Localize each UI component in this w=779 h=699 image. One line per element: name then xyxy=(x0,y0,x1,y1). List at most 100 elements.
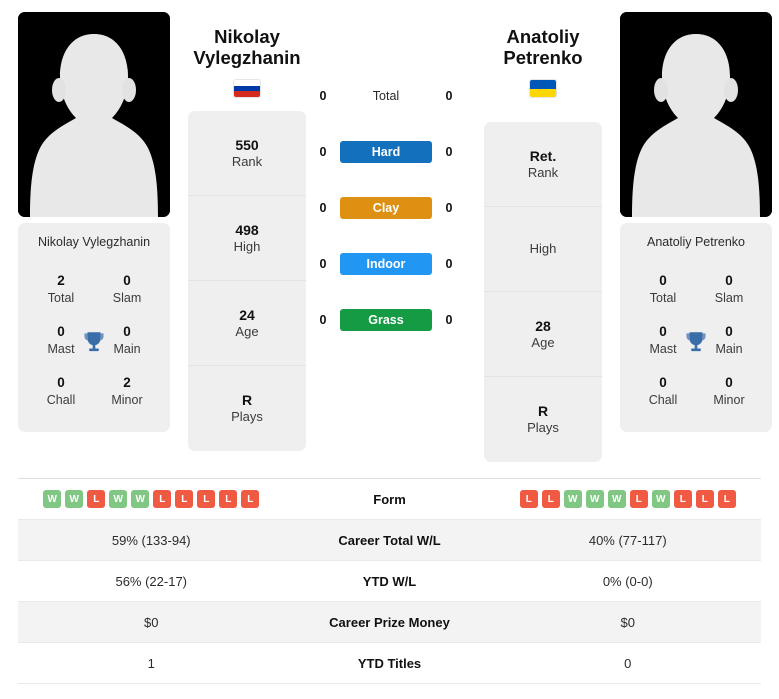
left-form-badge[interactable]: W xyxy=(65,490,84,508)
right-title-chall-value: 0 xyxy=(659,375,667,391)
right-titles-grid: 0 Total 0 Slam 0 Mast 0 Main 0 Chall 0 M… xyxy=(630,265,762,418)
right-plays-row: R Plays xyxy=(484,377,602,462)
surface-clay-right-value: 0 xyxy=(445,201,453,215)
left-plays-row: R Plays xyxy=(188,366,306,451)
left-form-badge[interactable]: W xyxy=(109,490,128,508)
right-rank-value: Ret. xyxy=(529,147,557,164)
table-row: $0 Career Prize Money $0 xyxy=(18,602,761,643)
right-form-badge[interactable]: W xyxy=(585,490,604,508)
right-title-slam-value: 0 xyxy=(725,273,733,288)
right-player-column: Anatoliy Petrenko 0 Total 0 Slam 0 Mast xyxy=(620,12,772,433)
left-titles-grid: 2 Total 0 Slam 0 Mast 0 Main 0 Chall 2 M… xyxy=(28,265,160,418)
left-title-slam: 0 Slam xyxy=(94,265,160,316)
right-form-badge[interactable]: L xyxy=(541,490,560,508)
left-title-minor-label: Minor xyxy=(111,393,143,408)
right-form-badge[interactable]: L xyxy=(717,490,736,508)
surface-clay-label[interactable]: Clay xyxy=(340,197,432,219)
left-plays-value: R xyxy=(241,392,253,409)
right-form-badge[interactable]: W xyxy=(563,490,582,508)
left-player-info-card: 550 Rank 498 High 24 Age R Plays xyxy=(188,111,306,452)
surface-total-left-value: 0 xyxy=(319,89,327,103)
left-form-badge[interactable]: L xyxy=(153,490,172,508)
surface-hard-left-value: 0 xyxy=(319,145,327,159)
left-player-column: Nikolay Vylegzhanin 2 Total 0 Slam 0 Mas… xyxy=(18,12,170,433)
surface-row-hard: 0 Hard 0 xyxy=(306,124,466,180)
row-label: Career Total W/L xyxy=(338,532,441,548)
right-plays-label: Plays xyxy=(527,420,559,436)
right-title-total: 0 Total xyxy=(630,265,696,316)
right-title-minor-value: 0 xyxy=(725,375,733,391)
surface-grass-label[interactable]: Grass xyxy=(340,309,432,331)
left-player-photo xyxy=(18,12,170,217)
left-title-slam-label: Slam xyxy=(112,290,142,305)
table-row: 1 YTD Titles 0 xyxy=(18,643,761,684)
surface-row-indoor: 0 Indoor 0 xyxy=(306,236,466,292)
left-form-badge[interactable]: L xyxy=(197,490,216,508)
player-comparison-page: Nikolay Vylegzhanin 2 Total 0 Slam 0 Mas… xyxy=(0,0,779,699)
form-row-label: Form xyxy=(373,491,406,507)
surface-grass-left-value: 0 xyxy=(319,313,327,327)
row-label: YTD W/L xyxy=(362,573,417,589)
right-player-first-name: Anatoliy xyxy=(506,26,580,47)
right-form-badge[interactable]: L xyxy=(629,490,648,508)
right-title-chall-label: Chall xyxy=(648,393,678,408)
left-form-badge[interactable]: L xyxy=(241,490,260,508)
row-right-value: $0 xyxy=(620,614,635,630)
surface-row-total: 0 Total 0 xyxy=(306,68,466,124)
left-age-value: 24 xyxy=(239,306,255,323)
left-form-strip: WWLWWLLLLL xyxy=(43,490,260,508)
right-form-badge[interactable]: L xyxy=(695,490,714,508)
row-left-value: 56% (22-17) xyxy=(115,573,188,589)
avatar-silhouette-icon xyxy=(18,12,170,217)
surface-total-right-value: 0 xyxy=(445,89,453,103)
right-title-minor: 0 Minor xyxy=(696,367,762,418)
left-form-badge[interactable]: L xyxy=(219,490,238,508)
left-title-chall-value: 0 xyxy=(57,375,65,391)
left-player-last-name: Vylegzhanin xyxy=(193,47,301,69)
row-label: YTD Titles xyxy=(357,655,422,671)
left-player-info-column: Nikolay Vylegzhanin 550 Rank 498 High 24… xyxy=(188,12,306,452)
left-age-label: Age xyxy=(235,323,259,339)
right-form-badge[interactable]: L xyxy=(673,490,692,508)
left-form-badge[interactable]: W xyxy=(43,490,62,508)
avatar-silhouette-icon xyxy=(620,12,772,217)
surface-indoor-label[interactable]: Indoor xyxy=(340,253,432,275)
left-titles-card: Nikolay Vylegzhanin 2 Total 0 Slam 0 Mas… xyxy=(18,223,170,433)
surface-indoor-right-value: 0 xyxy=(445,257,453,271)
left-title-chall: 0 Chall xyxy=(28,367,94,418)
right-form-badge[interactable]: L xyxy=(519,490,538,508)
surface-indoor-left-value: 0 xyxy=(319,257,327,271)
right-titles-card: Anatoliy Petrenko 0 Total 0 Slam 0 Mast xyxy=(620,223,772,433)
left-title-total: 2 Total xyxy=(28,265,94,316)
right-age-value: 28 xyxy=(535,317,551,334)
right-plays-value: R xyxy=(537,403,549,420)
right-high-row: High xyxy=(484,207,602,293)
right-form-badge[interactable]: W xyxy=(607,490,626,508)
right-title-slam-label: Slam xyxy=(714,290,744,305)
top-comparison-zone: Nikolay Vylegzhanin 2 Total 0 Slam 0 Mas… xyxy=(0,0,779,470)
right-title-minor-label: Minor xyxy=(713,393,745,408)
row-label: Career Prize Money xyxy=(329,614,450,630)
trophy-icon-left-wrap xyxy=(81,329,107,355)
right-player-last-name: Petrenko xyxy=(503,47,583,69)
left-player-heading: Nikolay Vylegzhanin xyxy=(188,12,306,98)
surface-grass-right-value: 0 xyxy=(445,313,453,327)
left-title-total-label: Total xyxy=(47,290,75,305)
left-form-badge[interactable]: L xyxy=(87,490,106,508)
left-form-badge[interactable]: L xyxy=(175,490,194,508)
form-right-cell: LLWWWLWLLL xyxy=(495,490,762,508)
right-form-badge[interactable]: W xyxy=(651,490,670,508)
right-player-info-card: Ret. Rank High 28 Age R Plays xyxy=(484,122,602,463)
left-title-minor-value: 2 xyxy=(123,375,131,391)
russia-flag-icon xyxy=(234,80,260,98)
left-form-badge[interactable]: W xyxy=(131,490,150,508)
row-right-value: 40% (77-117) xyxy=(588,532,667,548)
surface-hard-label[interactable]: Hard xyxy=(340,141,432,163)
right-title-slam: 0 Slam xyxy=(696,265,762,316)
trophy-icon xyxy=(686,331,706,351)
right-rank-row: Ret. Rank xyxy=(484,122,602,208)
left-age-row: 24 Age xyxy=(188,281,306,367)
surface-total-label[interactable]: Total xyxy=(340,85,432,107)
right-player-photo xyxy=(620,12,772,217)
right-age-label: Age xyxy=(531,334,555,350)
